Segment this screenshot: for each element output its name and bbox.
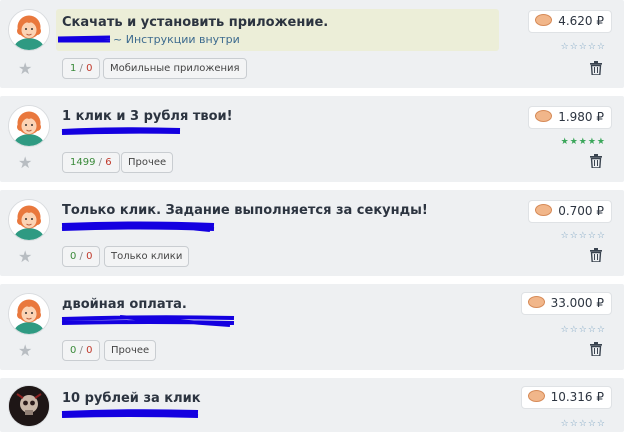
trash-icon[interactable]: [590, 154, 602, 168]
rating-stars: ☆☆☆☆☆: [560, 231, 606, 241]
price-value: 10.316 ₽: [550, 390, 604, 404]
task-card[interactable]: ★ Только клик. Задание выполняется за се…: [0, 190, 624, 276]
task-card[interactable]: ★ Скачать и установить приложение. ~ Инс…: [0, 0, 624, 88]
coin-icon: [527, 296, 545, 308]
vote-stats: 0 / 0: [62, 340, 101, 361]
category-tag[interactable]: Только клики: [104, 246, 190, 267]
task-title[interactable]: 1 клик и 3 рубля твои!: [62, 109, 233, 124]
rating-stars: ★★★★★: [560, 137, 606, 147]
price-badge: 1.980 ₽: [528, 106, 612, 129]
vote-stats: 1499 / 6: [62, 152, 120, 173]
coin-icon: [535, 204, 553, 216]
price-value: 4.620 ₽: [558, 14, 604, 28]
redhead-avatar-icon[interactable]: [8, 105, 50, 147]
vote-stats: 0 / 0: [62, 246, 101, 267]
price-badge: 4.620 ₽: [528, 10, 612, 33]
favorite-star-icon[interactable]: ★: [18, 61, 32, 77]
task-title[interactable]: 10 рублей за клик: [62, 391, 201, 406]
price-value: 1.980 ₽: [558, 110, 604, 124]
favorite-star-icon[interactable]: ★: [18, 343, 32, 359]
rating-stars: ☆☆☆☆☆: [560, 325, 606, 335]
task-subtitle: ~ Инструкции внутри: [113, 33, 240, 46]
redacted-scribble: [57, 35, 111, 43]
rating-stars: ☆☆☆☆☆: [560, 419, 606, 429]
likes-count: 1499: [70, 157, 96, 168]
category-tag[interactable]: Мобильные приложения: [103, 58, 247, 79]
trash-icon[interactable]: [590, 61, 602, 75]
coin-icon: [535, 110, 553, 122]
skull-avatar-icon[interactable]: [8, 385, 50, 427]
coin-icon: [527, 390, 545, 402]
price-badge: 33.000 ₽: [520, 292, 612, 315]
redacted-scribble: [61, 409, 199, 418]
category-tag[interactable]: Прочее: [121, 152, 174, 173]
redacted-scribble: [61, 221, 215, 232]
favorite-star-icon[interactable]: ★: [18, 155, 32, 171]
dislikes-count: 0: [86, 251, 93, 262]
task-title[interactable]: двойная оплата.: [62, 297, 187, 312]
price-badge: 10.316 ₽: [520, 386, 612, 409]
dislikes-count: 0: [86, 345, 93, 356]
task-title[interactable]: Только клик. Задание выполняется за секу…: [62, 203, 428, 218]
category-tag[interactable]: Прочее: [104, 340, 157, 361]
redhead-avatar-icon[interactable]: [8, 293, 50, 335]
price-value: 0.700 ₽: [558, 204, 604, 218]
coin-icon: [535, 14, 553, 26]
redhead-avatar-icon[interactable]: [8, 9, 50, 51]
task-card[interactable]: ★ двойная оплата. 0 / 0 Прочее 33.000 ₽ …: [0, 284, 624, 370]
task-title[interactable]: Скачать и установить приложение.: [62, 15, 328, 30]
trash-icon[interactable]: [590, 248, 602, 262]
dislikes-count: 0: [86, 63, 93, 74]
redhead-avatar-icon[interactable]: [8, 199, 50, 241]
price-badge: 0.700 ₽: [528, 200, 612, 223]
trash-icon[interactable]: [590, 342, 602, 356]
dislikes-count: 6: [105, 157, 112, 168]
favorite-star-icon[interactable]: ★: [18, 249, 32, 265]
redacted-scribble: [61, 127, 181, 135]
vote-stats: 1 / 0: [62, 58, 101, 79]
task-card[interactable]: 10 рублей за клик 10.316 ₽ ☆☆☆☆☆: [0, 378, 624, 432]
task-card[interactable]: ★ 1 клик и 3 рубля твои! 1499 / 6 Прочее…: [0, 96, 624, 182]
redacted-scribble: [61, 315, 235, 327]
rating-stars: ☆☆☆☆☆: [560, 42, 606, 52]
price-value: 33.000 ₽: [550, 296, 604, 310]
